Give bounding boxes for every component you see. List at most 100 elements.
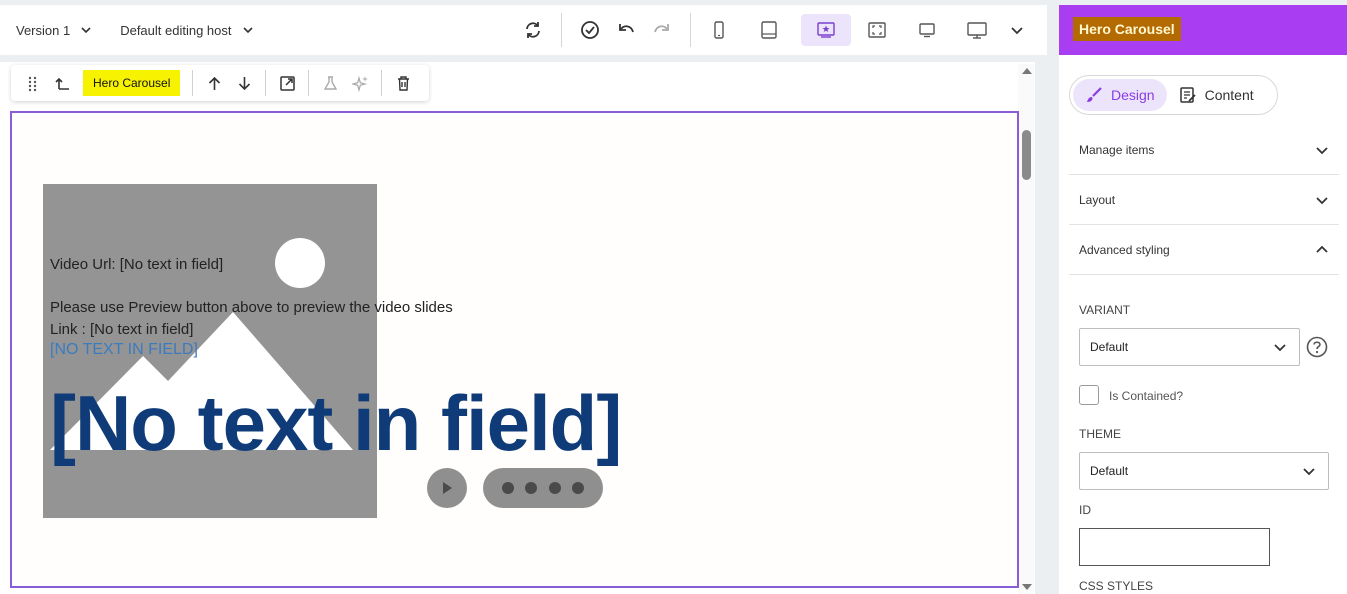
video-url-text: Video Url: [No text in field] [50, 256, 224, 273]
scroll-down-arrow-icon[interactable] [1022, 584, 1032, 590]
fullscreen-icon [868, 22, 886, 38]
theme-select[interactable]: Default [1079, 452, 1329, 490]
play-icon [443, 482, 452, 494]
link-label-text: Link : [No text in field] [50, 321, 194, 338]
check-circle-icon [581, 21, 599, 39]
chevron-down-icon [81, 27, 91, 34]
accordion-manage-items[interactable]: Manage items [1069, 125, 1339, 175]
toolbar-divider [265, 70, 267, 96]
pagination-dot[interactable] [571, 482, 584, 494]
chevron-down-icon [1303, 468, 1315, 476]
scrollbar-thumb[interactable] [1022, 130, 1031, 180]
tab-content[interactable]: Content [1167, 79, 1266, 111]
chevron-down-icon [1274, 344, 1286, 352]
design-content-toggle: Design Content [1069, 75, 1278, 115]
version-dropdown[interactable]: Version 1 [16, 23, 92, 38]
document-edit-icon [1179, 87, 1196, 103]
accordion-label: Layout [1079, 192, 1116, 207]
version-label: Version 1 [16, 22, 71, 38]
chevron-down-icon [1316, 146, 1328, 154]
toolbar-divider [308, 70, 310, 96]
panel-title: Hero Carousel [1073, 17, 1181, 41]
id-label: ID [1079, 503, 1091, 517]
help-icon[interactable] [1306, 336, 1328, 358]
ai-sparkle-button[interactable] [345, 68, 375, 98]
device-laptop-button[interactable] [909, 14, 945, 46]
component-name-label: Hero Carousel [83, 70, 181, 96]
is-contained-checkbox[interactable] [1079, 385, 1099, 405]
undo-button[interactable] [608, 14, 644, 46]
variant-value: Default [1090, 340, 1129, 354]
drag-grip-icon [28, 76, 36, 91]
move-down-button[interactable] [229, 68, 259, 98]
chevron-up-icon [1316, 245, 1328, 253]
scroll-up-arrow-icon[interactable] [1022, 68, 1032, 74]
fullscreen-button[interactable] [859, 14, 895, 46]
chevron-down-icon [242, 27, 253, 34]
star-screen-icon [817, 22, 835, 38]
toolbar-divider [192, 70, 194, 96]
top-toolbar: Version 1 Default editing host [0, 5, 1047, 55]
theme-value: Default [1090, 464, 1129, 478]
hero-link[interactable]: [NO TEXT IN FIELD] [50, 341, 198, 359]
accordion-label: Manage items [1079, 142, 1155, 157]
device-mobile-button[interactable] [701, 14, 737, 46]
device-tablet-button[interactable] [751, 14, 787, 46]
refresh-icon [526, 22, 540, 38]
arrow-up-icon [208, 76, 220, 90]
more-devices-button[interactable] [999, 14, 1035, 46]
tab-design-label: Design [1111, 87, 1155, 103]
flask-icon [323, 75, 338, 90]
is-contained-label: Is Contained? [1109, 389, 1184, 403]
play-button[interactable] [427, 468, 467, 508]
accordion-advanced-styling[interactable]: Advanced styling [1069, 225, 1339, 275]
tablet-icon [761, 21, 777, 39]
redo-button[interactable] [644, 14, 680, 46]
move-up-button[interactable] [199, 68, 229, 98]
tab-content-label: Content [1204, 87, 1254, 103]
accordion-label: Advanced styling [1079, 242, 1170, 257]
hero-title[interactable]: [No text in field] [50, 378, 622, 469]
arrow-up-left-icon [54, 77, 69, 90]
pagination-dot[interactable] [548, 482, 561, 494]
component-toolbar: Hero Carousel [11, 65, 429, 101]
undo-icon [619, 24, 634, 33]
device-desktop-button[interactable] [959, 14, 995, 46]
publish-check-button[interactable] [572, 14, 608, 46]
open-in-new-button[interactable] [272, 68, 302, 98]
css-styles-label: CSS STYLES [1079, 579, 1154, 593]
laptop-icon [919, 23, 935, 38]
brush-icon [1087, 87, 1102, 102]
id-input[interactable] [1079, 528, 1270, 566]
variant-select[interactable]: Default [1079, 328, 1300, 366]
accordion-layout[interactable]: Layout [1069, 175, 1339, 225]
pagination-dot[interactable] [525, 482, 538, 494]
chevron-down-icon [1316, 196, 1328, 204]
app-root: Version 1 Default editing host Video Url… [0, 0, 1347, 594]
panel-header: Hero Carousel [1059, 5, 1347, 55]
arrow-down-icon [238, 76, 250, 90]
mobile-icon [714, 21, 724, 39]
carousel-pagination [483, 468, 603, 508]
chevron-down-icon [1011, 27, 1023, 35]
external-link-icon [280, 75, 295, 91]
desktop-icon [967, 22, 987, 39]
editing-host-dropdown[interactable]: Default editing host [120, 23, 253, 38]
toolbar-actions [515, 5, 1047, 55]
delete-button[interactable] [388, 68, 418, 98]
select-parent-button[interactable] [47, 68, 77, 98]
personalize-button[interactable] [315, 68, 345, 98]
toolbar-divider [561, 13, 562, 47]
redo-icon [654, 24, 669, 33]
theme-label: THEME [1079, 427, 1121, 441]
device-custom-button[interactable] [801, 14, 851, 46]
properties-panel: Hero Carousel Design Content Manage item… [1059, 5, 1347, 594]
toolbar-divider [381, 70, 383, 96]
toolbar-divider [690, 13, 691, 47]
pagination-dot[interactable] [502, 482, 515, 494]
editing-host-label: Default editing host [120, 22, 232, 38]
variant-label: VARIANT [1079, 303, 1131, 317]
tab-design[interactable]: Design [1073, 79, 1167, 111]
drag-handle[interactable] [17, 68, 47, 98]
refresh-button[interactable] [515, 14, 551, 46]
